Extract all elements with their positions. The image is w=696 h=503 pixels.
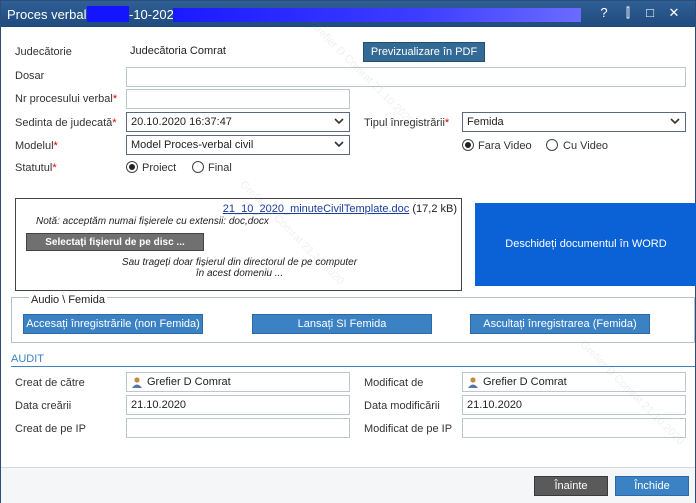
creat-de-label: Creat de către	[15, 377, 85, 389]
help-icon[interactable]: ?	[595, 4, 613, 22]
sedinta-label: Sedinta de judecată*	[15, 117, 117, 129]
modificat-de-value: Grefier D Comrat	[483, 376, 567, 388]
launch-femida-button[interactable]: Lansați SI Femida	[252, 314, 432, 334]
statutul-label: Statutul*	[15, 162, 57, 174]
tip-inreg-value: Femida	[467, 116, 504, 128]
modificat-de-field: Grefier D Comrat	[462, 372, 686, 392]
creat-ip-label: Creat de pe IP	[15, 423, 86, 435]
maximize-icon[interactable]: □	[641, 4, 659, 22]
nr-proces-label: Nr procesului verbal*	[15, 93, 118, 105]
listen-recording-button[interactable]: Ascultați înregistrarea (Femida)	[470, 314, 650, 334]
preview-pdf-button[interactable]: Previzualizare în PDF	[363, 42, 485, 62]
chevron-down-icon	[334, 141, 344, 148]
proiect-radio[interactable]	[126, 161, 138, 173]
pin-icon[interactable]: ⫿	[619, 4, 637, 22]
modificat-de-label: Modificat de	[364, 377, 424, 389]
data-crearii-value: 21.10.2020	[126, 395, 350, 415]
modelul-select[interactable]: Model Proces-verbal civil	[126, 135, 350, 155]
audio-legend: Audio \ Femida	[29, 294, 107, 306]
dialog-footer: Înainte Închide	[1, 467, 695, 503]
cu-video-radio[interactable]	[546, 139, 558, 151]
creat-ip-value	[126, 418, 350, 438]
dosar-label: Dosar	[15, 70, 45, 82]
open-word-button[interactable]: Deschideți documentul în WORD	[475, 203, 696, 286]
user-icon	[468, 377, 478, 388]
window-title: Proces verbal:	[7, 7, 91, 22]
audit-divider	[11, 366, 695, 367]
chevron-down-icon	[334, 118, 344, 125]
file-info: 21_10_2020_minuteCivilTemplate.doc (17,2…	[223, 203, 457, 215]
chevron-down-icon	[670, 118, 680, 125]
tip-inreg-label: Tipul înregistrării*	[364, 117, 450, 129]
drop-hint-line2: în acest domeniu ...	[195, 268, 284, 279]
redacted-block	[87, 6, 129, 22]
tip-inreg-select[interactable]: Femida	[462, 112, 686, 132]
modif-ip-label: Modificat de pe IP	[364, 423, 453, 435]
sedinta-value: 20.10.2020 16:37:47	[131, 116, 232, 128]
close-icon[interactable]: ✕	[665, 4, 683, 22]
redacted-bar	[173, 8, 581, 22]
dialog-content: Judecătorie Judecătoria Comrat Previzual…	[1, 19, 696, 467]
proiect-label: Proiect	[142, 162, 177, 174]
modif-ip-value	[462, 418, 686, 438]
title-bar[interactable]: Proces verbal: -10-2020 ? ⫿ □ ✕	[1, 1, 695, 27]
cu-video-label: Cu Video	[563, 140, 609, 152]
audit-title: AUDIT	[11, 353, 44, 365]
data-modif-label: Data modificării	[364, 400, 440, 412]
file-size: (17,2 kB)	[412, 203, 457, 215]
judecatorie-value: Judecătoria Comrat	[126, 42, 350, 62]
fara-video-radio[interactable]	[462, 139, 474, 151]
creat-de-value: Grefier D Comrat	[147, 376, 231, 388]
modelul-value: Model Proces-verbal civil	[131, 139, 254, 151]
data-modif-value: 21.10.2020	[462, 395, 686, 415]
drop-hint-line1: Sau trageți doar fișierul din directorul…	[121, 257, 358, 268]
close-button[interactable]: Închide	[615, 476, 689, 496]
nr-proces-input[interactable]	[126, 89, 350, 109]
next-button[interactable]: Înainte	[534, 476, 608, 496]
data-crearii-label: Data creării	[15, 400, 72, 412]
user-icon	[132, 377, 142, 388]
select-file-button[interactable]: Selectați fișierul de pe disc ...	[26, 233, 204, 251]
modelul-label: Modelul*	[15, 140, 58, 152]
file-drop-zone[interactable]: 21_10_2020_minuteCivilTemplate.doc (17,2…	[15, 198, 462, 291]
file-link[interactable]: 21_10_2020_minuteCivilTemplate.doc	[223, 203, 410, 215]
final-label: Final	[208, 162, 232, 174]
creat-de-field: Grefier D Comrat	[126, 372, 350, 392]
fara-video-label: Fara Video	[478, 140, 532, 152]
file-note: Notă: acceptăm numai fișierele cu extens…	[36, 216, 269, 227]
judecatorie-label: Judecătorie	[15, 46, 72, 58]
dosar-input[interactable]	[126, 67, 686, 87]
access-recordings-button[interactable]: Accesați înregistrările (non Femida)	[23, 314, 203, 334]
sedinta-select[interactable]: 20.10.2020 16:37:47	[126, 112, 350, 132]
proces-verbal-dialog: Proces verbal: -10-2020 ? ⫿ □ ✕ Judecăto…	[0, 0, 696, 503]
final-radio[interactable]	[192, 161, 204, 173]
